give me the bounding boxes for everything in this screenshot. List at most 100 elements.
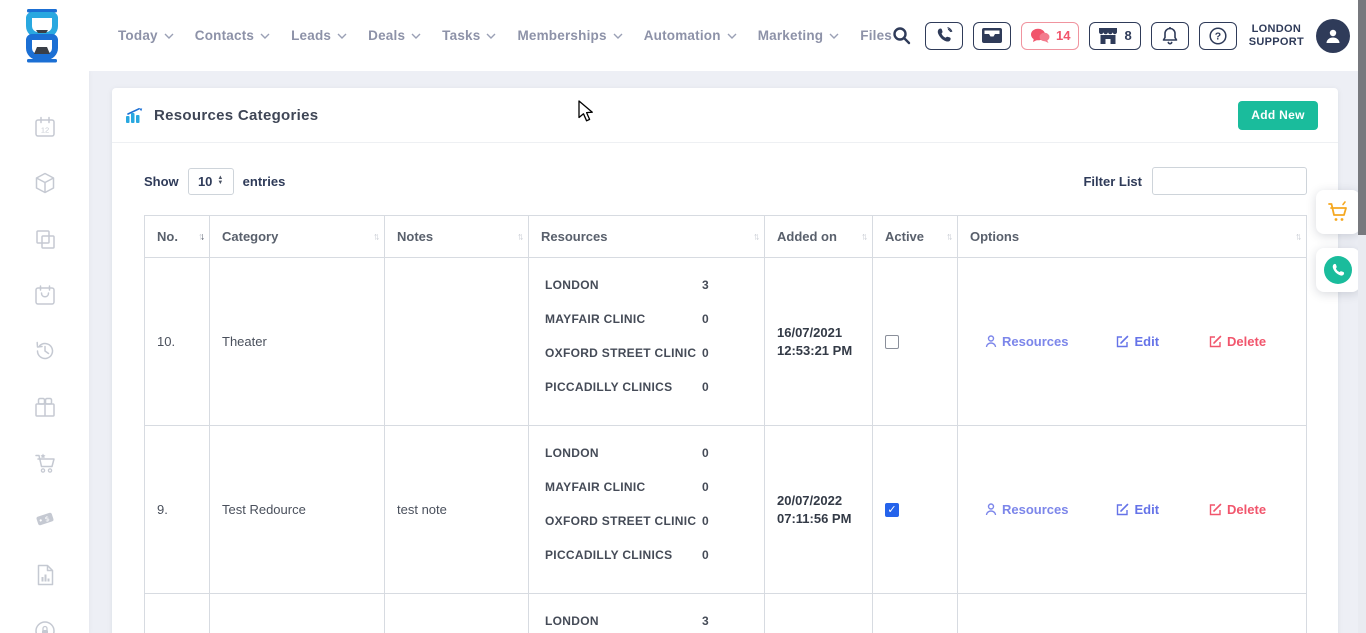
header-options[interactable]: Options↑↓ [958, 216, 1307, 258]
chevron-down-icon [829, 33, 839, 39]
cell-added-on: 16/07/202112:53:21 PM [765, 258, 873, 426]
resources-link[interactable]: Resources [985, 502, 1068, 517]
nav-item-memberships[interactable]: Memberships [517, 28, 622, 43]
help-icon: ? [1209, 27, 1227, 45]
cell-no [145, 594, 210, 633]
user-name-line2: SUPPORT [1249, 36, 1304, 49]
filter-input[interactable] [1152, 167, 1307, 195]
cell-resources: LONDON3 MAYFAIR CLINIC0 [529, 594, 765, 633]
history-icon[interactable] [34, 340, 56, 362]
filter-label: Filter List [1083, 174, 1142, 189]
nav-label: Today [118, 28, 158, 43]
resource-line: PICCADILLY CLINICS0 [545, 545, 709, 565]
phone-button[interactable] [925, 22, 963, 50]
coupon-icon[interactable]: $ [34, 508, 56, 530]
left-sidebar: 12 $ [0, 71, 89, 633]
sort-icon: ↑↓ [373, 231, 377, 242]
chat-button[interactable]: 14 [1021, 22, 1079, 50]
app-logo[interactable] [0, 8, 84, 64]
nav-item-contacts[interactable]: Contacts [195, 28, 270, 43]
chat-count-badge: 14 [1056, 28, 1070, 43]
table-header-row: No.↑↓ Category↑↓ Notes↑↓ Resources↑↓ Add… [145, 216, 1307, 258]
cell-options: Resources Edit Delete [958, 426, 1307, 594]
scrollbar-thumb[interactable] [1358, 0, 1366, 235]
cell-notes: test note [385, 426, 529, 594]
nav-item-tasks[interactable]: Tasks [442, 28, 496, 43]
nav-item-files[interactable]: Files [860, 28, 892, 43]
topbar-actions: 14 8 ? LONDON SUPPORT [892, 19, 1350, 53]
resource-line: OXFORD STREET CLINIC0 [545, 511, 709, 531]
floating-phone-button[interactable] [1316, 248, 1360, 292]
active-checkbox[interactable]: ✓ [885, 503, 899, 517]
cart-icon [1326, 200, 1350, 224]
report-icon[interactable] [34, 564, 56, 586]
delete-icon [1209, 503, 1222, 516]
header-active[interactable]: Active↑↓ [873, 216, 958, 258]
cell-added-on [765, 594, 873, 633]
resources-categories-card: Resources Categories Add New Show 10 ▲▼ … [112, 88, 1338, 633]
nav-item-today[interactable]: Today [118, 28, 174, 43]
calendar-icon[interactable]: 12 [34, 116, 56, 138]
resource-line: LONDON3 [545, 611, 709, 631]
user-avatar[interactable] [1316, 19, 1350, 53]
main-nav: Today Contacts Leads Deals Tasks Members… [118, 28, 892, 43]
cart-icon[interactable] [34, 452, 56, 474]
page-scrollbar[interactable] [1358, 0, 1366, 633]
cell-category: Theater [210, 258, 385, 426]
cell-resources: LONDON0 MAYFAIR CLINIC0 OXFORD STREET CL… [529, 426, 765, 594]
add-new-button[interactable]: Add New [1238, 101, 1318, 130]
chevron-down-icon [486, 33, 496, 39]
search-icon [892, 26, 911, 45]
nav-item-leads[interactable]: Leads [291, 28, 347, 43]
card-header: Resources Categories Add New [112, 88, 1338, 143]
nav-item-marketing[interactable]: Marketing [758, 28, 840, 43]
store-button[interactable]: 8 [1089, 22, 1140, 50]
nav-label: Marketing [758, 28, 824, 43]
resources-categories-table: No.↑↓ Category↑↓ Notes↑↓ Resources↑↓ Add… [144, 215, 1307, 633]
cell-category: Test Redource [210, 426, 385, 594]
notifications-button[interactable] [1151, 22, 1189, 50]
delete-link[interactable]: Delete [1209, 334, 1266, 349]
header-no[interactable]: No.↑↓ [145, 216, 210, 258]
header-resources[interactable]: Resources↑↓ [529, 216, 765, 258]
package-icon[interactable] [34, 172, 56, 194]
header-category[interactable]: Category↑↓ [210, 216, 385, 258]
chat-icon [1030, 28, 1050, 44]
page-title: Resources Categories [154, 107, 318, 124]
nav-item-deals[interactable]: Deals [368, 28, 421, 43]
page-size-select[interactable]: 10 ▲▼ [188, 168, 234, 195]
nav-item-automation[interactable]: Automation [644, 28, 737, 43]
inbox-button[interactable] [973, 22, 1011, 50]
resource-line: LONDON0 [545, 443, 709, 463]
resources-link[interactable]: Resources [985, 334, 1068, 349]
page-size-value: 10 [198, 174, 212, 189]
copy-icon[interactable] [34, 228, 56, 250]
cell-options: Resources Edit Delete [958, 258, 1307, 426]
select-arrows-icon: ▲▼ [217, 176, 223, 186]
lock-icon[interactable] [34, 620, 56, 633]
store-icon [1098, 28, 1118, 44]
edit-link[interactable]: Edit [1116, 502, 1159, 517]
active-checkbox[interactable] [885, 335, 899, 349]
bell-icon [1162, 27, 1178, 45]
search-button[interactable] [892, 26, 911, 45]
chart-icon [126, 108, 144, 123]
bookings-icon[interactable] [34, 284, 56, 306]
delete-link[interactable]: Delete [1209, 502, 1266, 517]
svg-text:12: 12 [40, 126, 48, 135]
chevron-down-icon [411, 33, 421, 39]
edit-link[interactable]: Edit [1116, 334, 1159, 349]
sort-icon: ↑↓ [198, 231, 202, 242]
floating-cart-button[interactable] [1316, 190, 1360, 234]
cell-resources: LONDON3 MAYFAIR CLINIC0 OXFORD STREET CL… [529, 258, 765, 426]
table-controls: Show 10 ▲▼ entries Filter List [144, 167, 1307, 195]
gift-icon[interactable] [34, 396, 56, 418]
help-button[interactable]: ? [1199, 22, 1237, 50]
header-notes[interactable]: Notes↑↓ [385, 216, 529, 258]
header-added-on[interactable]: Added on↑↓ [765, 216, 873, 258]
cell-options [958, 594, 1307, 633]
person-icon [985, 335, 997, 348]
sort-icon: ↑↓ [1295, 231, 1299, 242]
chevron-down-icon [337, 33, 347, 39]
hourglass-logo-icon [20, 8, 64, 64]
